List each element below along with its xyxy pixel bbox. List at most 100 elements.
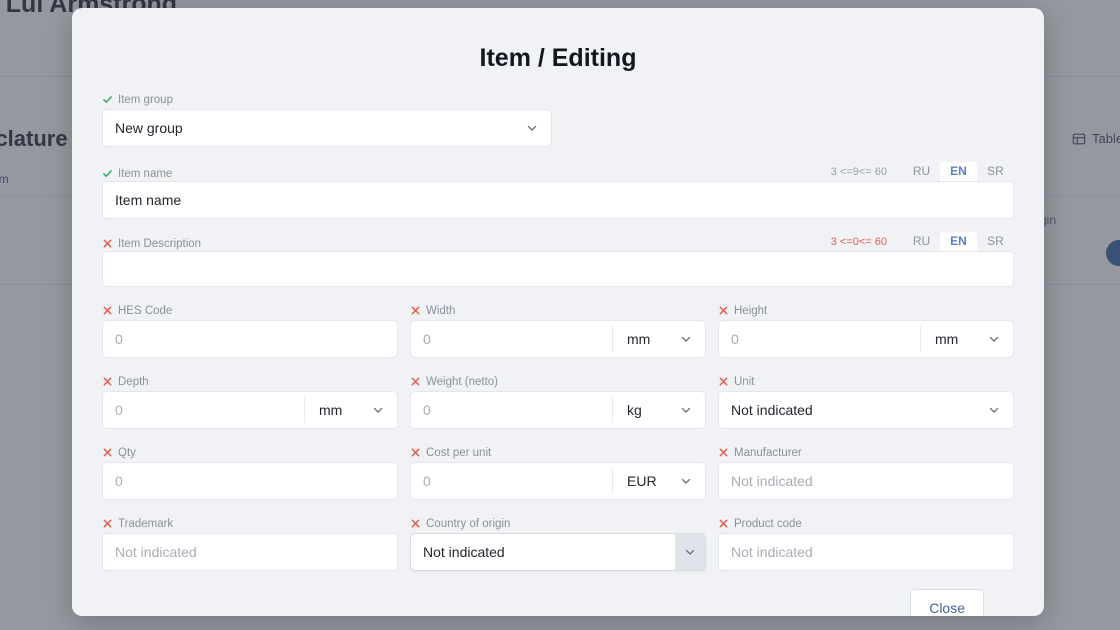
field-depth: Depth 0 mm (102, 374, 398, 429)
depth-input[interactable]: 0 mm (102, 391, 398, 429)
lang-tab-en[interactable]: EN (940, 162, 977, 181)
modal-footer: Close (102, 571, 1014, 616)
chevron-down-icon (681, 407, 691, 413)
field-qty: Qty 0 (102, 445, 398, 500)
weight-netto-unit-value: kg (627, 402, 642, 418)
label-text: Item name (118, 167, 173, 180)
cost-per-unit-unit-select[interactable]: EUR (612, 468, 705, 494)
depth-value: 0 (115, 402, 123, 418)
hes-code-input[interactable]: 0 (102, 320, 398, 358)
field-label-width: Width (410, 303, 706, 318)
lang-tab-sr[interactable]: SR (977, 162, 1014, 181)
modal-title: Item / Editing (479, 44, 637, 72)
unit-select[interactable]: Not indicated (718, 391, 1014, 429)
field-grid: HES Code 0 Width 0 mm Height 0 mm Depth 0 mm Weight… (102, 287, 1014, 571)
weight-netto-value: 0 (423, 402, 431, 418)
manufacturer-input[interactable]: Not indicated (718, 462, 1014, 500)
field-label-cost-per-unit: Cost per unit (410, 445, 706, 460)
check-icon (103, 170, 112, 178)
cost-per-unit-unit-value: EUR (627, 473, 657, 489)
cross-icon (411, 448, 420, 457)
cross-icon (103, 306, 112, 315)
chevron-down-icon (685, 549, 695, 555)
field-manufacturer: Manufacturer Not indicated (718, 445, 1014, 500)
item-description-textarea[interactable] (102, 251, 1014, 287)
desc-lang-tab-ru[interactable]: RU (903, 232, 940, 251)
field-width: Width 0 mm (410, 303, 706, 358)
field-product-code: Product code Not indicated (718, 516, 1014, 571)
label-text: Cost per unit (426, 446, 492, 459)
field-unit: Unit Not indicated (718, 374, 1014, 429)
depth-unit-select[interactable]: mm (304, 397, 397, 423)
country-of-origin-select[interactable]: Not indicated (410, 533, 706, 571)
item-name-counter: 3 <=9<= 60 (830, 166, 887, 178)
label-text: Height (734, 304, 768, 317)
label-text: HES Code (118, 304, 173, 317)
desc-lang-tab-sr[interactable]: SR (977, 232, 1014, 251)
field-label-trademark: Trademark (102, 516, 398, 531)
cross-icon (411, 306, 420, 315)
label-text: Country of origin (426, 517, 511, 530)
label-text: Depth (118, 375, 149, 388)
field-label-unit: Unit (718, 374, 1014, 389)
trademark-input[interactable]: Not indicated (102, 533, 398, 571)
width-unit-value: mm (627, 331, 651, 347)
field-label-manufacturer: Manufacturer (718, 445, 1014, 460)
item-name-input[interactable]: Item name (102, 181, 1014, 219)
product-code-value: Not indicated (731, 544, 813, 560)
label-text: Item Description (118, 237, 202, 250)
width-value: 0 (423, 331, 431, 347)
height-input[interactable]: 0 mm (718, 320, 1014, 358)
chevron-down-icon (681, 336, 691, 342)
item-description-counter: 3 <=0<= 60 (830, 236, 887, 248)
item-name-value: Item name (115, 192, 182, 208)
field-label-item-group: Item group (102, 92, 1014, 107)
field-item-description: Item Description 3 <=0<= 60 RU EN SR (102, 232, 1014, 287)
hes-code-value: 0 (115, 331, 123, 347)
cross-icon (103, 519, 112, 528)
item-group-value: New group (115, 120, 183, 136)
field-label-depth: Depth (102, 374, 398, 389)
product-code-input[interactable]: Not indicated (718, 533, 1014, 571)
cost-per-unit-input[interactable]: 0 EUR (410, 462, 706, 500)
chevron-down-icon (373, 407, 383, 413)
cross-icon (719, 519, 728, 528)
label-text: Product code (734, 517, 802, 530)
label-text: Unit (734, 375, 755, 388)
item-name-label-bar: Item name 3 <=9<= 60 RU EN SR (102, 162, 1014, 181)
width-unit-select[interactable]: mm (612, 326, 705, 352)
chevron-down-icon (681, 478, 691, 484)
close-button[interactable]: Close (910, 589, 984, 616)
field-country-of-origin: Country of origin Not indicated (410, 516, 706, 571)
lang-tab-ru[interactable]: RU (903, 162, 940, 181)
weight-netto-input[interactable]: 0 kg (410, 391, 706, 429)
depth-unit-value: mm (319, 402, 343, 418)
label-text: Qty (118, 446, 136, 459)
height-value: 0 (731, 331, 739, 347)
weight-netto-unit-select[interactable]: kg (612, 397, 705, 423)
field-label-height: Height (718, 303, 1014, 318)
modal-form: Item group New group Item name 3 <=9<= 6… (72, 92, 1044, 616)
check-icon (103, 96, 112, 104)
field-item-group: Item group New group (102, 92, 1014, 147)
label-text: Manufacturer (734, 446, 802, 459)
field-item-name: Item name 3 <=9<= 60 RU EN SR Item name (102, 162, 1014, 219)
field-label-item-description: Item Description (102, 236, 201, 251)
cross-icon (103, 239, 112, 248)
cost-per-unit-value: 0 (423, 473, 431, 489)
chevron-down-icon (989, 407, 999, 413)
field-label-hes-code: HES Code (102, 303, 398, 318)
label-text: Weight (netto) (426, 375, 499, 388)
unit-value: Not indicated (731, 402, 813, 418)
width-input[interactable]: 0 mm (410, 320, 706, 358)
cross-icon (103, 448, 112, 457)
field-label-product-code: Product code (718, 516, 1014, 531)
item-group-select[interactable]: New group (102, 109, 552, 147)
label-text: Width (426, 304, 456, 317)
label-text: Item group (118, 93, 173, 106)
qty-input[interactable]: 0 (102, 462, 398, 500)
height-unit-select[interactable]: mm (920, 326, 1013, 352)
field-height: Height 0 mm (718, 303, 1014, 358)
country-of-origin-chevron-button[interactable] (675, 534, 705, 570)
desc-lang-tab-en[interactable]: EN (940, 232, 977, 251)
